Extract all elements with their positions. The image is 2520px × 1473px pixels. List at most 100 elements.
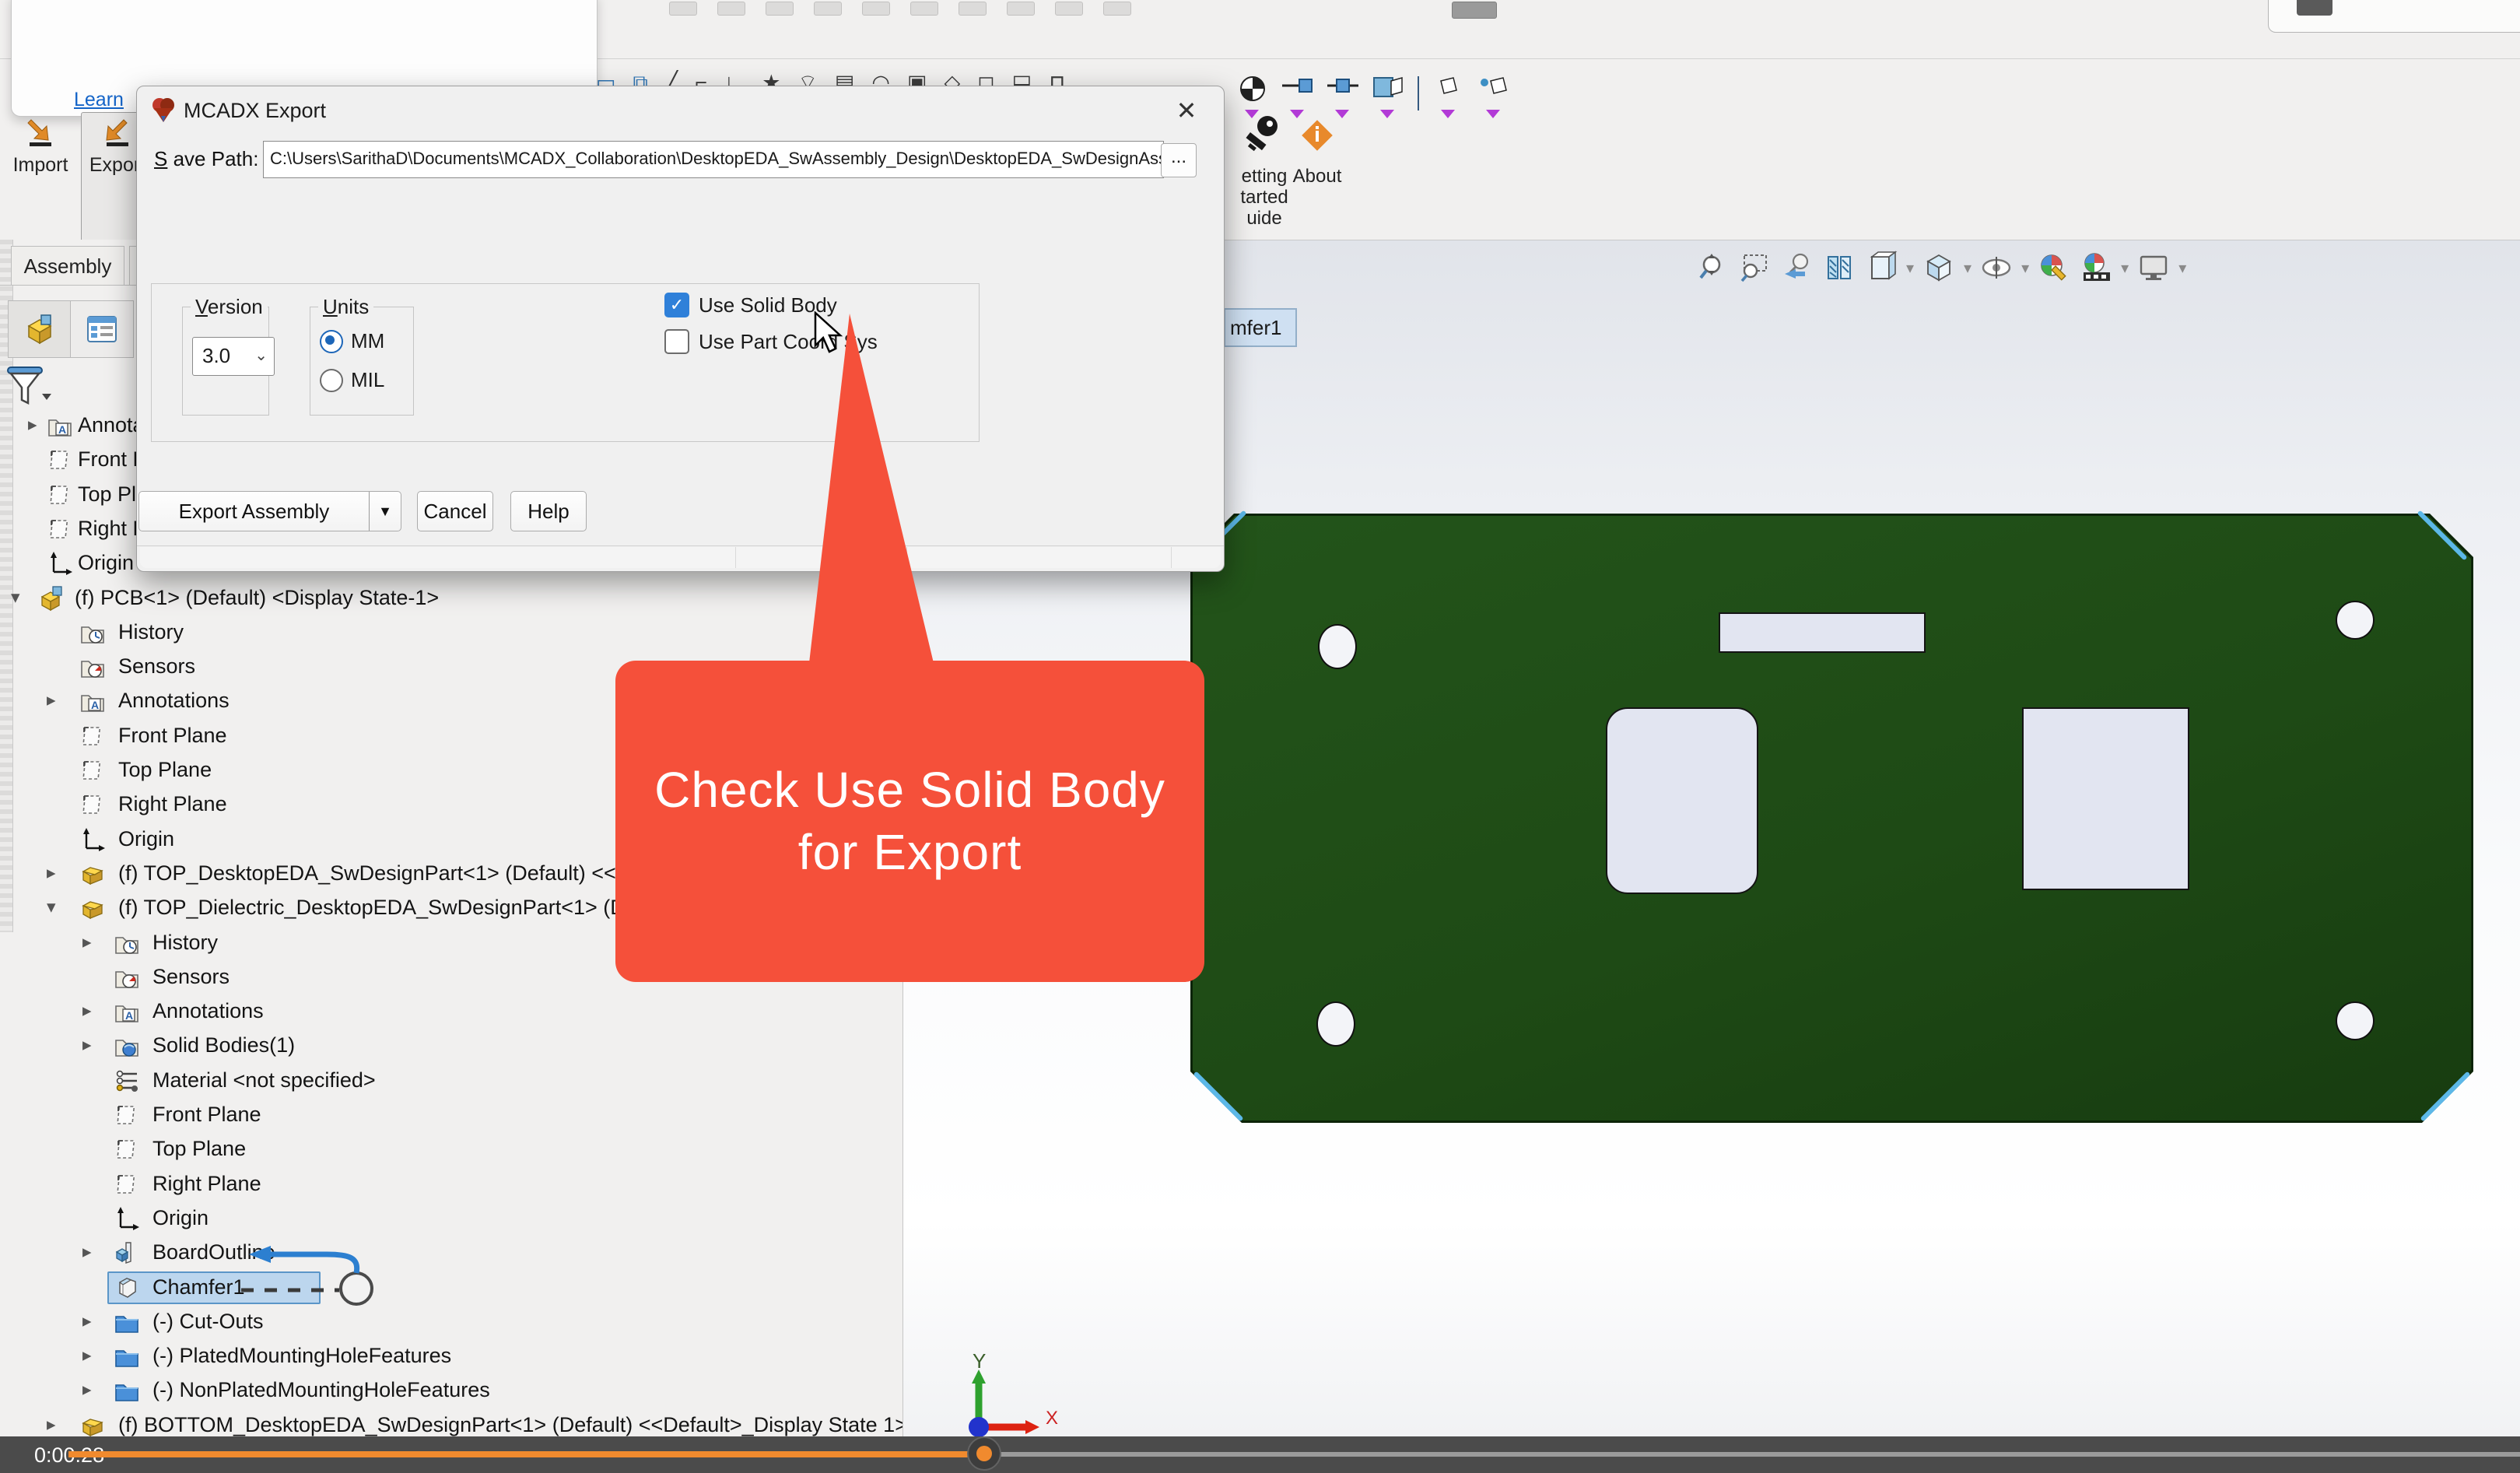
- view-orientation-icon[interactable]: [1864, 251, 1898, 285]
- apply-scene-icon[interactable]: [2079, 251, 2113, 285]
- feature-breadcrumb-tag[interactable]: mfer1: [1224, 308, 1297, 347]
- folder-a-icon: A: [79, 688, 106, 714]
- version-dropdown[interactable]: 3.0⌄: [192, 337, 275, 376]
- cancel-button[interactable]: Cancel: [417, 491, 493, 531]
- tree-item-label: Origin: [78, 551, 134, 575]
- tree-expand-arrow[interactable]: ▸: [82, 1345, 92, 1366]
- plane-icon: [114, 1171, 140, 1198]
- tree-item[interactable]: ▾ (f) PCB<1> (Default) <Display State-1>: [0, 581, 903, 616]
- video-playhead[interactable]: [967, 1436, 1001, 1471]
- mate-reference-icon[interactable]: [1282, 75, 1313, 118]
- folder-a-icon: A: [47, 412, 73, 439]
- boardoutline-annotation-arrow: [0, 1214, 436, 1323]
- save-path-input[interactable]: C:\Users\SarithaD\Documents\MCADX_Collab…: [263, 141, 1164, 178]
- tree-item[interactable]: ▸ Solid Bodies(1): [0, 1029, 903, 1063]
- tree-expand-arrow[interactable]: ▸: [47, 1414, 56, 1435]
- toolbar-button-pressed[interactable]: [1452, 2, 1497, 19]
- folder-clock-icon: [114, 930, 140, 956]
- datum-axis-icon[interactable]: [1433, 75, 1464, 118]
- toolbar-divider: [1418, 76, 1419, 110]
- edit-appearance-icon[interactable]: [2037, 251, 2071, 285]
- pcb-board[interactable]: [1193, 516, 2471, 1121]
- radio-mm[interactable]: MM: [320, 329, 384, 353]
- plane-icon: [79, 757, 106, 784]
- help-button[interactable]: Help: [510, 491, 587, 531]
- chevron-down-icon[interactable]: ▾: [1964, 258, 1971, 278]
- tree-expand-arrow[interactable]: ▸: [28, 414, 37, 435]
- mounting-hole: [2336, 1001, 2375, 1040]
- dialog-statusbar: [140, 547, 1221, 568]
- toolbar-button-stub[interactable]: [910, 2, 938, 16]
- toolbar-button-stub[interactable]: [959, 2, 987, 16]
- dialog-titlebar[interactable]: MCADX Export ✕: [137, 86, 1224, 133]
- view-settings-icon[interactable]: [2136, 251, 2171, 285]
- tree-expand-arrow[interactable]: ▸: [82, 931, 92, 952]
- zoom-fit-icon[interactable]: [1696, 251, 1730, 285]
- tree-item[interactable]: Front Plane: [0, 1098, 903, 1132]
- toolbar-button-stub[interactable]: [1103, 2, 1131, 16]
- tree-expand-arrow[interactable]: ▾: [47, 896, 56, 917]
- about-button[interactable]: About: [1282, 114, 1352, 188]
- chevron-down-icon[interactable]: ▾: [2021, 258, 2029, 278]
- tree-expand-arrow[interactable]: ▸: [82, 1034, 92, 1055]
- units-group: Units MM MIL: [310, 307, 414, 416]
- toolbar-button-stub[interactable]: [1055, 2, 1083, 16]
- tree-item-label: Front Plane: [118, 724, 227, 748]
- dialog-title: MCADX Export: [184, 99, 326, 123]
- toolbar-button-stub[interactable]: [669, 2, 697, 16]
- tree-item[interactable]: ▸ A Annotations: [0, 994, 903, 1029]
- tree-item[interactable]: History: [0, 616, 903, 650]
- cutout-slot: [1719, 612, 1926, 653]
- chevron-down-icon[interactable]: ▾: [2121, 258, 2129, 278]
- browse-button[interactable]: ...: [1161, 143, 1197, 177]
- tree-expand-arrow[interactable]: ▸: [82, 1379, 92, 1400]
- section-view-icon[interactable]: [1822, 251, 1856, 285]
- blue-folder-icon: [114, 1343, 140, 1370]
- chevron-down-icon[interactable]: ▾: [1906, 258, 1914, 278]
- key-icon: [1244, 114, 1285, 162]
- tree-item[interactable]: ▸ (f) BOTTOM_DesktopEDA_SwDesignPart<1> …: [0, 1408, 903, 1438]
- toolbar-button-stub[interactable]: [766, 2, 794, 16]
- mass-center-icon[interactable]: [1237, 75, 1268, 118]
- tree-expand-arrow[interactable]: ▸: [82, 1000, 92, 1021]
- folder-gauge-icon: [79, 654, 106, 680]
- close-icon[interactable]: ✕: [1171, 96, 1202, 125]
- toolbar-button-stub[interactable]: [717, 2, 745, 16]
- tree-item[interactable]: Top Plane: [0, 1132, 903, 1166]
- dropdown-arrow-icon[interactable]: ▼: [369, 492, 401, 531]
- folder-solid-icon: [114, 1033, 140, 1059]
- pcb-body: [1193, 516, 2471, 1121]
- previous-view-icon[interactable]: [1780, 251, 1814, 285]
- tree-item[interactable]: ▸ (-) PlatedMountingHoleFeatures: [0, 1339, 903, 1373]
- tree-item[interactable]: ▸ (-) NonPlatedMountingHoleFeatures: [0, 1373, 903, 1408]
- callout-text: Check Use Solid Body for Export: [615, 759, 1204, 883]
- hide-show-icon[interactable]: [1979, 251, 2014, 285]
- display-style-icon[interactable]: [1922, 251, 1956, 285]
- export-icon: [102, 117, 133, 148]
- tree-item[interactable]: Right Plane: [0, 1167, 903, 1201]
- toolbar-button-stub[interactable]: [1007, 2, 1035, 16]
- version-group: Version 3.0⌄: [182, 307, 269, 416]
- triad-x-label: X: [1046, 1408, 1058, 1429]
- plane-icon: [79, 723, 106, 749]
- export-assembly-button[interactable]: Export Assembly ▼: [138, 491, 401, 531]
- import-button[interactable]: Import: [5, 117, 76, 177]
- cutout-slot: [1606, 707, 1758, 894]
- tree-expand-arrow[interactable]: ▸: [47, 862, 56, 883]
- callout-pointer: [804, 311, 959, 665]
- chevron-down-icon[interactable]: ▾: [2178, 258, 2186, 278]
- tree-expand-arrow[interactable]: ▾: [11, 587, 20, 608]
- radio-mil[interactable]: MIL: [320, 368, 384, 392]
- datum-point-icon[interactable]: [1478, 75, 1509, 118]
- toolbar-button-stub[interactable]: [862, 2, 890, 16]
- tree-expand-arrow[interactable]: ▸: [47, 689, 56, 710]
- toolbar-button-stub[interactable]: [814, 2, 842, 16]
- getting-started-line: uide: [1214, 208, 1315, 229]
- svg-text:A: A: [58, 423, 66, 436]
- tree-item[interactable]: Material <not specified>: [0, 1064, 903, 1098]
- zoom-area-icon[interactable]: [1738, 251, 1772, 285]
- plane-icon: [47, 482, 73, 508]
- learn-link[interactable]: Learn: [74, 89, 124, 111]
- datum-plane-icon[interactable]: [1372, 75, 1404, 118]
- mate-connector-icon[interactable]: [1327, 75, 1358, 118]
